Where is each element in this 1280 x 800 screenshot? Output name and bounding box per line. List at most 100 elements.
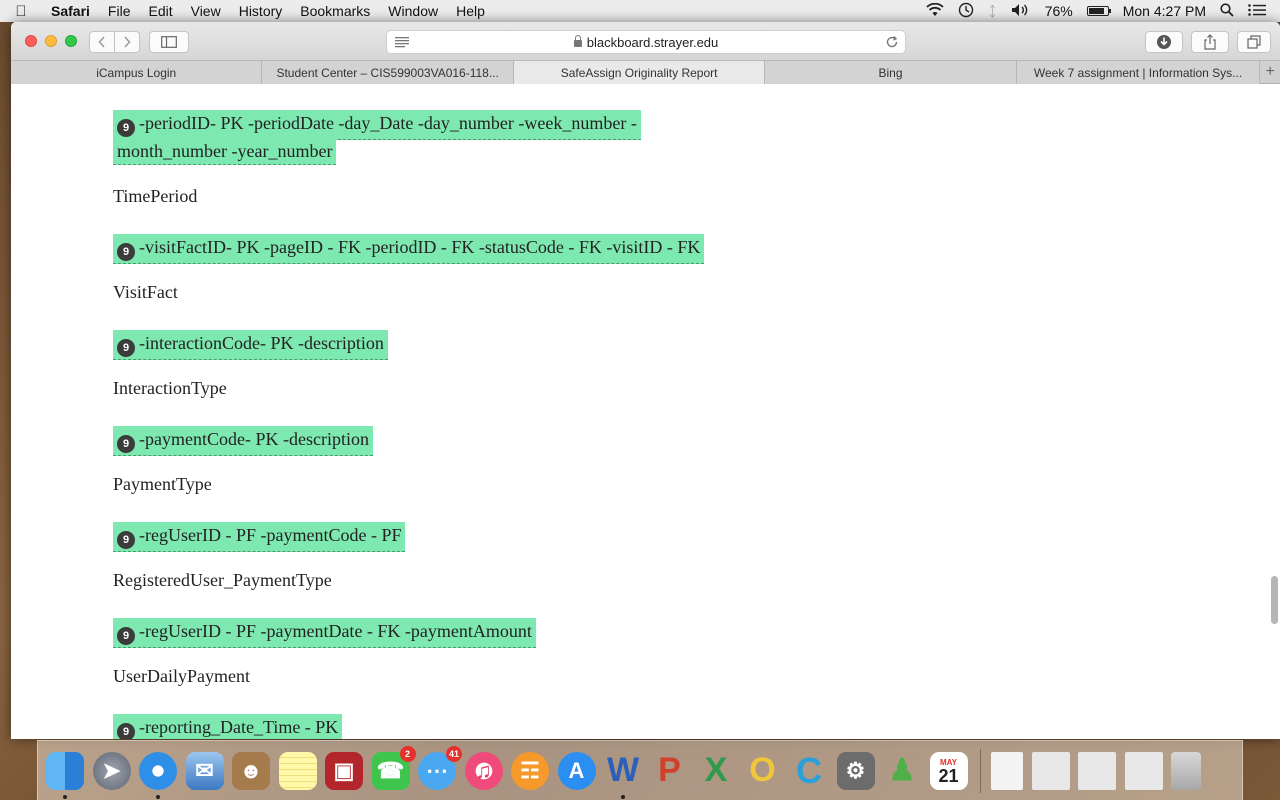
matched-text-highlight[interactable]: 9 -visitFactID- PK -pageID - FK -periodID…: [113, 234, 705, 264]
word-icon[interactable]: W: [604, 751, 642, 799]
downloads-button[interactable]: [1145, 31, 1183, 53]
tab-bar: iCampus Login Student Center – CIS599003…: [11, 61, 1280, 84]
source-number-badge[interactable]: 9: [117, 243, 135, 261]
safari-icon[interactable]: [139, 751, 177, 799]
bluetooth-icon[interactable]: ᛨ: [988, 3, 996, 19]
back-button[interactable]: [89, 31, 115, 53]
dock: ➤ ✉ ☻ ▣ ☎ 2 ⋯ 41 ♫ ☶ A W P X O C ⚙ ♟ MAY 2…: [37, 740, 1243, 800]
battery-icon[interactable]: [1086, 6, 1111, 16]
spreadsheet-thumbnail-icon[interactable]: [1124, 751, 1163, 790]
source-number-badge[interactable]: 9: [117, 723, 135, 739]
tab-overview-button[interactable]: [1237, 31, 1271, 53]
word-document-thumbnail-icon[interactable]: [1031, 751, 1070, 790]
document-icon[interactable]: [991, 751, 1023, 790]
matched-text: -interactionCode- PK -description: [139, 333, 384, 353]
calendar-day: 21: [938, 765, 959, 786]
spotlight-search-icon[interactable]: [1220, 2, 1234, 20]
word-document-thumbnail-icon[interactable]: [1078, 751, 1116, 790]
toolbar: blackboard.strayer.edu: [11, 22, 1280, 61]
source-number-badge[interactable]: 9: [117, 531, 135, 549]
minimize-window-button[interactable]: [45, 35, 57, 47]
messenger-icon[interactable]: ♟: [883, 752, 921, 790]
app-store-icon[interactable]: A: [557, 751, 596, 790]
matched-text-highlight[interactable]: 9 -regUserID - PF -paymentDate - FK -paym…: [113, 618, 536, 648]
menu-app-safari[interactable]: Safari: [42, 3, 99, 19]
close-window-button[interactable]: [25, 35, 37, 47]
share-icon: [1204, 34, 1216, 50]
matched-text: -periodID- PK -periodDate -day_Date -day…: [139, 113, 637, 133]
matched-text: -regUserID - PF -paymentDate - FK -payme…: [139, 621, 532, 641]
matched-text-highlight[interactable]: 9 -periodID- PK -periodDate -day_Date -da…: [113, 110, 641, 140]
tab-safeassign-report[interactable]: SafeAssign Originality Report: [513, 61, 766, 84]
wifi-icon[interactable]: [926, 2, 944, 20]
menu-file[interactable]: File: [99, 3, 140, 19]
matched-text-highlight[interactable]: 9 -paymentCode- PK -description: [113, 426, 373, 456]
menu-window[interactable]: Window: [379, 3, 447, 19]
entity-label: TimePeriod: [113, 186, 198, 206]
entity-label: InteractionType: [113, 378, 227, 398]
photo-booth-icon[interactable]: ▣: [325, 751, 363, 790]
menu-bar:  Safari File Edit View History Bookmark…: [0, 0, 1280, 22]
mail-icon[interactable]: ✉: [185, 751, 224, 790]
menu-history[interactable]: History: [230, 3, 292, 19]
matched-text: month_number -year_number: [117, 141, 333, 161]
contacts-icon[interactable]: ☻: [232, 751, 270, 790]
trash-icon[interactable]: [1171, 751, 1201, 790]
outlook-icon[interactable]: O: [744, 751, 782, 790]
excel-icon[interactable]: X: [697, 751, 735, 790]
entity-label: PaymentType: [113, 474, 212, 494]
menu-help[interactable]: Help: [447, 3, 494, 19]
source-number-badge[interactable]: 9: [117, 627, 135, 645]
matched-text: -regUserID - PF -paymentCode - PF: [139, 525, 402, 545]
messages-icon[interactable]: ⋯ 41: [418, 745, 462, 790]
finder-icon[interactable]: [46, 751, 84, 799]
tab-bing[interactable]: Bing: [765, 61, 1017, 84]
source-number-badge[interactable]: 9: [117, 435, 135, 453]
lock-icon: [573, 34, 582, 47]
new-tab-plus-icon[interactable]: +: [1260, 61, 1280, 83]
notification-center-icon[interactable]: [1248, 3, 1266, 19]
facetime-icon[interactable]: ☎ 2: [371, 745, 416, 790]
sidebar-button[interactable]: [149, 31, 189, 53]
messages-badge: 41: [445, 745, 462, 762]
powerpoint-icon[interactable]: P: [651, 751, 689, 790]
vertical-scrollbar[interactable]: [1271, 576, 1278, 624]
report-content: 9 -periodID- PK -periodDate -day_Date -da…: [11, 84, 1280, 739]
system-preferences-icon[interactable]: ⚙: [836, 751, 875, 790]
reload-icon[interactable]: [885, 35, 899, 52]
itunes-icon[interactable]: ♫: [464, 751, 503, 790]
calendar-icon[interactable]: MAY 21: [929, 751, 968, 790]
apple-menu-icon[interactable]: : [0, 3, 42, 20]
share-button[interactable]: [1191, 31, 1229, 53]
ibooks-icon[interactable]: ☶: [511, 751, 549, 790]
matched-text-highlight[interactable]: 9 -regUserID - PF -paymentCode - PF: [113, 522, 406, 552]
volume-icon[interactable]: [1011, 3, 1031, 20]
matched-text: -visitFactID- PK -pageID - FK -periodID …: [139, 237, 701, 257]
url-text: blackboard.strayer.edu: [586, 34, 719, 50]
download-icon: [1157, 35, 1171, 49]
forward-button[interactable]: [114, 31, 140, 53]
tab-student-center[interactable]: Student Center – CIS599003VA016-118...: [262, 61, 514, 84]
matched-text-highlight[interactable]: 9 -reporting_Date_Time - PK: [113, 714, 343, 739]
chevron-right-icon: [124, 36, 131, 48]
time-machine-icon[interactable]: [958, 2, 974, 21]
reader-icon[interactable]: [395, 36, 409, 51]
source-number-badge[interactable]: 9: [117, 339, 135, 357]
matched-text: -paymentCode- PK -description: [139, 429, 369, 449]
battery-percent[interactable]: 76%: [1045, 3, 1073, 19]
tab-icampus-login[interactable]: iCampus Login: [11, 61, 263, 84]
source-number-badge[interactable]: 9: [117, 119, 135, 137]
clock[interactable]: Mon 4:27 PM: [1123, 3, 1206, 19]
fullscreen-window-button[interactable]: [65, 35, 77, 47]
tab-week7-assignment[interactable]: Week 7 assignment | Information Sys...: [1016, 61, 1261, 84]
launchpad-icon[interactable]: ➤: [92, 751, 131, 790]
matched-text-highlight[interactable]: month_number -year_number: [113, 138, 337, 165]
address-bar[interactable]: blackboard.strayer.edu: [386, 30, 906, 54]
menu-view[interactable]: View: [182, 3, 230, 19]
c-app-icon[interactable]: C: [790, 750, 828, 791]
menu-bookmarks[interactable]: Bookmarks: [291, 3, 379, 19]
chevron-left-icon: [98, 36, 105, 48]
matched-text-highlight[interactable]: 9 -interactionCode- PK -description: [113, 330, 388, 360]
notes-icon[interactable]: [278, 751, 317, 790]
menu-edit[interactable]: Edit: [139, 3, 181, 19]
